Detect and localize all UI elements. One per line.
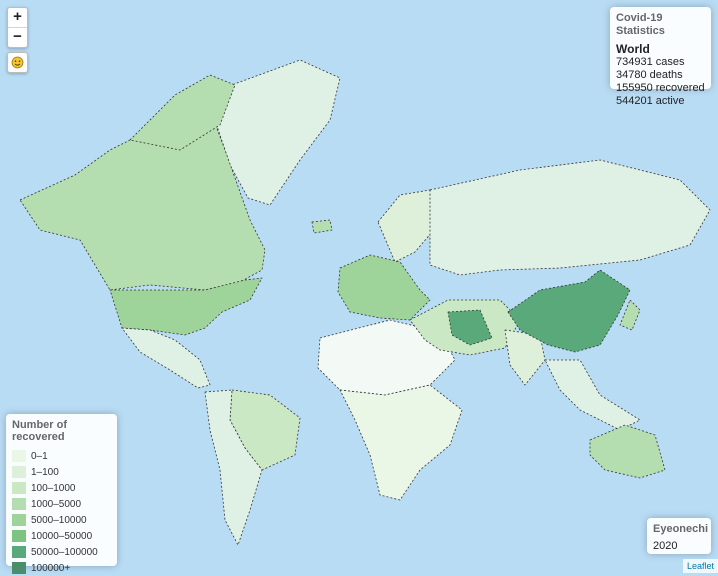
stats-deaths: 34780 deaths	[616, 69, 683, 81]
legend-swatch	[12, 450, 26, 462]
legend-item: 1000–5000	[12, 496, 111, 512]
stats-title: Covid-19 Statistics	[616, 12, 665, 37]
legend-label: 1–100	[31, 466, 59, 478]
legend-label: 50000–100000	[31, 546, 98, 558]
credit-year: 2020	[653, 540, 678, 552]
legend-label: 100–1000	[31, 482, 76, 494]
legend-swatch	[12, 562, 26, 574]
legend-item: 100–1000	[12, 480, 111, 496]
legend-item: 5000–10000	[12, 512, 111, 528]
legend: Number of recovered 0–1 1–100 100–1000 1000…	[6, 414, 117, 574]
legend-swatch	[12, 482, 26, 494]
zoom-out-button[interactable]: −	[8, 27, 27, 47]
legend-item: 0–1	[12, 448, 111, 464]
legend-swatch	[12, 498, 26, 510]
zoom-control: + −	[7, 7, 28, 48]
zoom-in-button[interactable]: +	[8, 8, 27, 27]
legend-item: 10000–50000	[12, 528, 111, 544]
legend-item: 100000+	[12, 560, 111, 576]
legend-swatch	[12, 530, 26, 542]
legend-label: 100000+	[31, 562, 71, 574]
legend-swatch	[12, 546, 26, 558]
stats-cases: 734931 cases	[616, 56, 685, 68]
legend-item: 50000–100000	[12, 544, 111, 560]
stats-region: World	[616, 42, 650, 56]
legend-swatch	[12, 514, 26, 526]
locate-button[interactable]	[7, 52, 28, 73]
legend-label: 0–1	[31, 450, 48, 462]
stats-panel: Covid-19 Statistics World 734931 cases 3…	[610, 7, 711, 107]
legend-item: 1–100	[12, 464, 111, 480]
legend-label: 5000–10000	[31, 514, 87, 526]
legend-label: 10000–50000	[31, 530, 93, 542]
legend-label: 1000–5000	[31, 498, 82, 510]
credit-title: Eyeonechi	[653, 523, 709, 535]
stats-recovered: 155950 recovered	[616, 82, 705, 94]
credit-panel: Eyeonechi 2020	[647, 518, 711, 554]
attribution-link[interactable]: Leaflet	[682, 559, 718, 573]
legend-title: Number of recovered	[12, 419, 67, 443]
legend-swatch	[12, 466, 26, 478]
stats-active: 544201 active	[616, 95, 685, 107]
smiley-icon	[11, 56, 24, 69]
